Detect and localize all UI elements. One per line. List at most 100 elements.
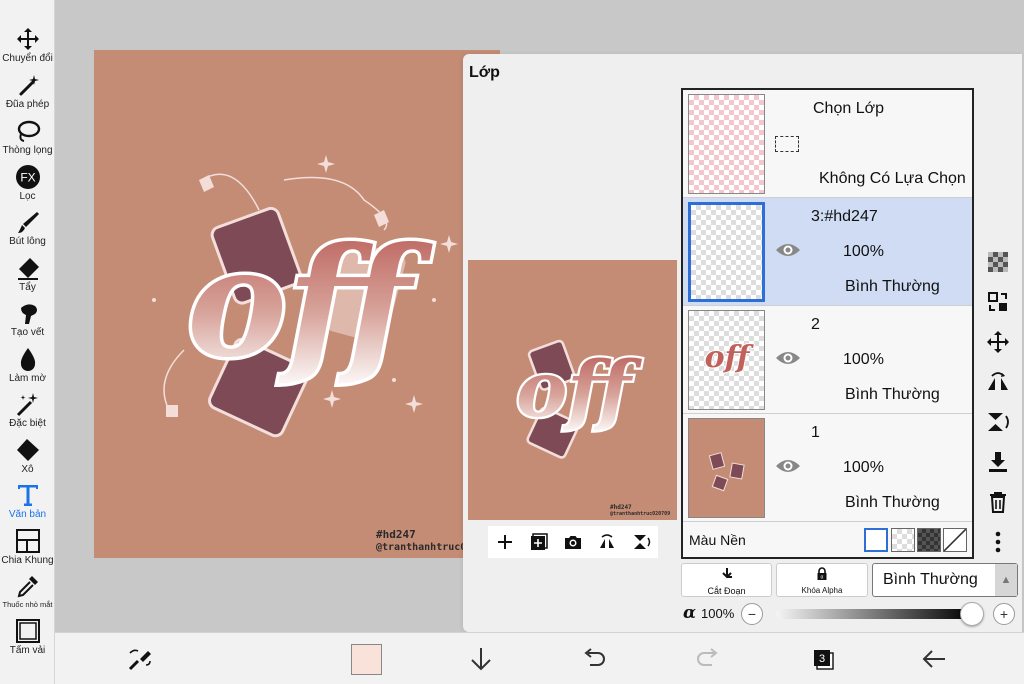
alpha-symbol: α <box>683 603 697 623</box>
tool-eraser[interactable]: Tẩy <box>0 255 55 293</box>
alpha-lock-button[interactable]: α Khóa Alpha <box>776 563 868 597</box>
clipping-arrow-icon <box>721 568 732 579</box>
layer-row-3[interactable]: 3:#hd247 100% Bình Thường <box>683 198 972 306</box>
trash-icon[interactable] <box>985 489 1011 515</box>
opacity-slider[interactable] <box>776 609 972 619</box>
magic-wand-icon <box>0 72 55 98</box>
checkerboard-icon[interactable] <box>985 249 1011 275</box>
alpha-lock-label: Khóa Alpha <box>801 586 843 595</box>
tool-canvas[interactable]: Tấm vải <box>0 618 55 656</box>
tool-special[interactable]: Đặc biệt <box>0 391 55 429</box>
opacity-decrease-button[interactable]: − <box>741 603 763 625</box>
duplicate-layer-icon[interactable] <box>528 531 550 553</box>
preview-signature-handle: @tranthanhtruc020709 <box>610 511 671 517</box>
marquee-selection-icon <box>775 136 799 152</box>
flip-vertical-icon[interactable] <box>985 409 1011 435</box>
tool-sidebar: Chuyển đổi Đũa phép Thòng lọng FX Lọc Bú… <box>0 0 55 684</box>
layer-blend-mode: Bình Thường <box>845 278 940 295</box>
tool-blur[interactable]: Làm mờ <box>0 346 55 384</box>
layer-name: 2 <box>811 316 820 333</box>
merge-down-icon[interactable] <box>985 449 1011 475</box>
tool-smudge[interactable]: Tạo vết <box>0 300 55 338</box>
move-icon <box>0 26 55 52</box>
selection-layer-row[interactable]: Chọn Lớp Không Có Lựa Chọn <box>683 90 972 198</box>
download-arrow-icon[interactable] <box>466 644 496 674</box>
swap-tool-icon[interactable] <box>125 644 155 674</box>
opacity-slider-knob[interactable] <box>960 602 984 626</box>
tool-bucket[interactable]: Xô <box>0 437 55 475</box>
tool-label: Chia Khung <box>1 555 54 566</box>
back-arrow-icon[interactable] <box>919 644 949 674</box>
tool-label: Tạo vết <box>10 327 45 338</box>
eyedropper-icon <box>0 573 55 599</box>
layer-count-button[interactable]: 3 <box>811 647 835 671</box>
tool-label: Tẩy <box>19 282 36 293</box>
svg-text:3: 3 <box>819 653 825 665</box>
flip-vertical-icon[interactable] <box>630 531 652 553</box>
svg-text:off: off <box>187 215 433 391</box>
visibility-eye-icon[interactable] <box>775 456 801 476</box>
layer-name: 1 <box>811 424 820 441</box>
tool-label: Thòng lọng <box>2 145 53 156</box>
camera-icon[interactable] <box>562 531 584 553</box>
tool-label: Đặc biệt <box>9 418 46 429</box>
clipping-button[interactable]: Cắt Đoạn <box>681 563 772 597</box>
lock-icon: α <box>817 567 827 581</box>
svg-text:α: α <box>821 575 824 581</box>
special-brush-icon <box>0 391 55 417</box>
tool-eyedropper[interactable]: Thuốc nhỏ mắt <box>0 573 55 609</box>
brush-icon <box>0 209 55 235</box>
eraser-icon <box>0 255 55 281</box>
tool-text[interactable]: Văn bản <box>0 482 55 520</box>
preview-signature: #hd247 <box>610 504 632 511</box>
visibility-eye-icon[interactable] <box>775 240 801 260</box>
bg-swatch-none[interactable] <box>943 528 967 552</box>
opacity-control: α 100% − + <box>681 602 1019 626</box>
redo-icon[interactable] <box>693 644 723 674</box>
opacity-value: 100% <box>701 606 735 621</box>
tool-frame-divider[interactable]: Chia Khung <box>0 528 55 566</box>
tool-lasso[interactable]: Thòng lọng <box>0 118 55 156</box>
tool-label: Lọc <box>19 191 36 202</box>
tool-label: Chuyển đổi <box>2 53 53 64</box>
add-layer-icon[interactable] <box>494 531 516 553</box>
layer-thumbnail: off <box>688 310 765 410</box>
artwork-illustration: off <box>152 155 458 438</box>
selection-label: Chọn Lớp <box>813 100 884 117</box>
layer-panel: Lớp off #hd247 @tranthanhtruc020709 Chọn… <box>463 54 1022 632</box>
svg-text:off: off <box>516 345 642 435</box>
opacity-increase-button[interactable]: + <box>993 603 1015 625</box>
lasso-icon <box>0 118 55 144</box>
layer-swap-icon[interactable] <box>985 289 1011 315</box>
tool-brush[interactable]: Bút lông <box>0 209 55 247</box>
layer-row-1[interactable]: 1 100% Bình Thường <box>683 414 972 522</box>
blend-mode-value: Bình Thường <box>883 571 978 588</box>
tool-filter[interactable]: FX Lọc <box>0 164 55 202</box>
signature-tag: #hd247 <box>376 528 416 541</box>
move-layer-icon[interactable] <box>985 329 1011 355</box>
layer-opacity: 100% <box>843 351 884 368</box>
layers-stack-icon: 3 <box>814 650 834 670</box>
selection-thumbnail <box>688 94 765 194</box>
bg-swatch-dark[interactable] <box>917 528 941 552</box>
flip-horizontal-icon[interactable] <box>985 369 1011 395</box>
tool-transform[interactable]: Chuyển đổi <box>0 26 55 64</box>
undo-icon[interactable] <box>579 644 609 674</box>
tool-magic-wand[interactable]: Đũa phép <box>0 72 55 110</box>
tool-label: Làm mờ <box>8 373 47 384</box>
tool-label: Văn bản <box>8 509 47 520</box>
blend-mode-select[interactable]: Bình Thường ▲ <box>872 563 1018 597</box>
current-color-swatch[interactable] <box>351 644 382 675</box>
bg-swatch-white[interactable] <box>864 528 888 552</box>
flip-rotate-icon[interactable] <box>596 531 618 553</box>
canvas-icon <box>0 618 55 644</box>
tool-label: Bút lông <box>9 236 46 247</box>
more-options-icon[interactable] <box>985 529 1011 555</box>
visibility-eye-icon[interactable] <box>775 348 801 368</box>
bg-swatch-transparent[interactable] <box>891 528 915 552</box>
layer-blend-mode: Bình Thường <box>845 386 940 403</box>
panel-title: Lớp <box>469 64 500 81</box>
layer-row-2[interactable]: off 2 100% Bình Thường <box>683 306 972 414</box>
drawing-canvas[interactable]: off #hd247 @tranthanhtruc020709 <box>94 50 500 558</box>
text-icon <box>0 482 55 508</box>
